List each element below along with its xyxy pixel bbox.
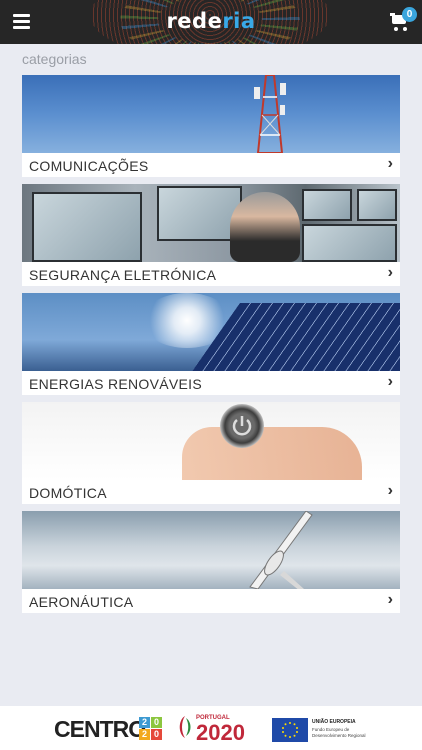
category-image-seguranca [22,184,400,262]
centro-grid-cell: 2 [139,729,150,740]
person-figure [230,192,300,262]
category-card-domotica[interactable]: DOMÓTICA › [22,402,400,504]
monitor-shape [302,224,397,262]
monitor-shape [32,192,142,262]
category-image-aeronautica [22,511,400,589]
category-card-aeronautica[interactable]: AERONÁUTICA › [22,511,400,613]
category-image-comunicacoes [22,75,400,153]
chevron-right-icon: › [387,373,393,390]
portugal-2020-symbol [179,716,191,738]
top-bar: rederia 0 [0,0,422,44]
category-card-seguranca[interactable]: SEGURANÇA ELETRÓNICA › [22,184,400,286]
category-card-comunicacoes[interactable]: COMUNICAÇÕES › [22,75,400,177]
category-label: SEGURANÇA ELETRÓNICA [29,267,217,283]
centro-2020-grid: 2 0 2 0 [139,717,163,741]
eu-flag-icon [272,718,308,742]
centro-grid-cell: 2 [139,717,150,728]
hand-shape [182,427,362,480]
category-image-energias [22,293,400,371]
app-logo: rederia [0,9,422,33]
chevron-right-icon: › [387,264,393,281]
category-label: COMUNICAÇÕES [29,158,149,174]
centro-logo-text: CENTRO [54,716,146,742]
footer-logos: CENTRO 2 0 2 0 PORTUGAL 2020 UNIÃO EUROP… [0,706,422,750]
cart-count-badge: 0 [402,7,417,22]
logo-accent-text: ria [222,9,256,33]
centro-grid-cell: 0 [151,729,162,740]
category-label: AERONÁUTICA [29,594,134,610]
category-label: DOMÓTICA [29,485,107,501]
category-card-energias[interactable]: ENERGIAS RENOVÁVEIS › [22,293,400,395]
eu-title: UNIÃO EUROPEIA [312,719,356,725]
category-label: ENERGIAS RENOVÁVEIS [29,376,202,392]
chevron-right-icon: › [387,482,393,499]
power-icon [232,416,252,436]
aircraft-wing-illustration [249,511,313,589]
tower-illustration [254,75,286,153]
portugal-year: 2020 [196,720,245,745]
centro-grid-cell: 0 [151,717,162,728]
eu-subtitle: Fundo Europeu de Desenvolvimento Regiona… [312,727,366,738]
chevron-right-icon: › [387,591,393,608]
section-title: categorias [22,51,87,67]
monitor-shape [302,189,352,221]
chevron-right-icon: › [387,155,393,172]
category-image-domotica [22,402,400,480]
monitor-shape [357,189,397,221]
logo-main-text: rede [166,9,223,33]
